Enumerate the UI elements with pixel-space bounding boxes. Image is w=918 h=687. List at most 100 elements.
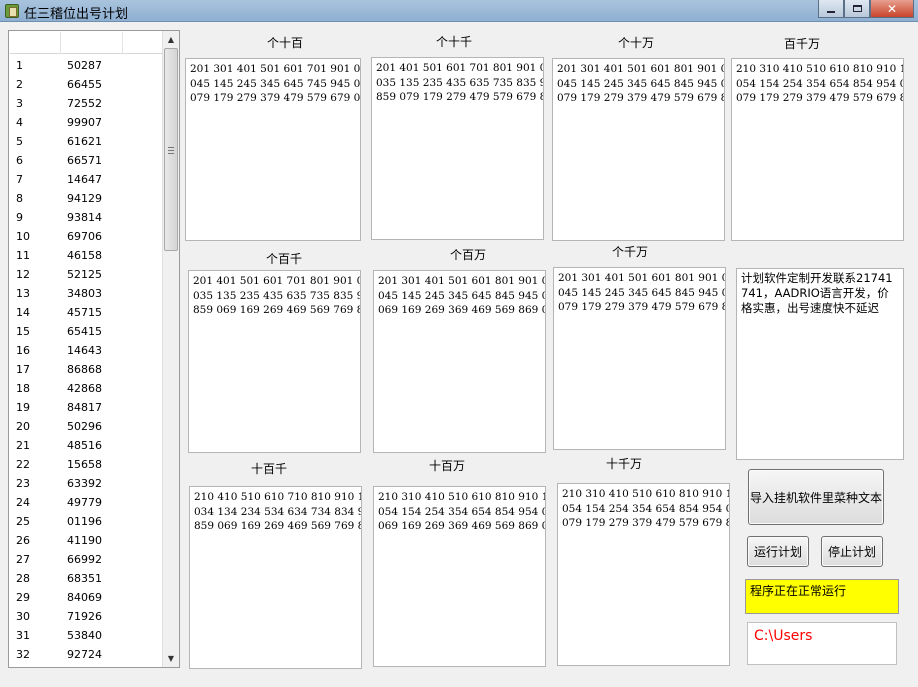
list-item[interactable]: 21 48516 bbox=[10, 436, 162, 455]
scroll-up-arrow-icon[interactable]: ▲ bbox=[163, 31, 179, 48]
list-item-index: 31 bbox=[16, 629, 30, 642]
list-item-number: 93814 bbox=[67, 211, 102, 224]
list-item[interactable]: 27 66992 bbox=[10, 550, 162, 569]
list-item-index: 16 bbox=[16, 344, 30, 357]
list-item[interactable]: 24 49779 bbox=[10, 493, 162, 512]
list-item[interactable]: 11 46158 bbox=[10, 246, 162, 265]
list-item[interactable]: 25 01196 bbox=[10, 512, 162, 531]
plan-textbox-7[interactable]: 210 410 510 610 710 810 910 120 034 134 … bbox=[189, 486, 362, 669]
plan-textbox-9[interactable]: 210 310 410 510 610 810 910 120 054 154 … bbox=[557, 483, 730, 666]
list-item[interactable]: 17 86868 bbox=[10, 360, 162, 379]
group-label-9: 十千万 bbox=[605, 457, 642, 471]
stop-plan-button[interactable]: 停止计划 bbox=[821, 536, 883, 567]
list-item[interactable]: 13 34803 bbox=[10, 284, 162, 303]
list-header-col-index[interactable] bbox=[10, 32, 61, 54]
maximize-button[interactable] bbox=[844, 0, 870, 18]
list-item-index: 23 bbox=[16, 477, 30, 490]
plan-line: 210 310 410 510 610 810 910 120 bbox=[736, 63, 904, 75]
plan-textbox-1[interactable]: 201 401 501 601 701 801 901 021 035 135 … bbox=[371, 57, 544, 240]
list-item[interactable]: 12 52125 bbox=[10, 265, 162, 284]
plan-line: 210 310 410 510 610 810 910 120 bbox=[562, 488, 730, 500]
list-item[interactable]: 5 61621 bbox=[10, 132, 162, 151]
list-item[interactable]: 31 53840 bbox=[10, 626, 162, 645]
group-label-8: 十百万 bbox=[428, 459, 465, 473]
list-item-number: 63392 bbox=[67, 477, 102, 490]
list-item-index: 26 bbox=[16, 534, 30, 547]
list-item[interactable]: 14 45715 bbox=[10, 303, 162, 322]
run-plan-button[interactable]: 运行计划 bbox=[747, 536, 809, 567]
list-item[interactable]: 26 41190 bbox=[10, 531, 162, 550]
list-header-col-number[interactable] bbox=[61, 32, 123, 54]
list-item[interactable]: 2 66455 bbox=[10, 75, 162, 94]
list-item[interactable]: 3 72552 bbox=[10, 94, 162, 113]
list-item[interactable]: 9 93814 bbox=[10, 208, 162, 227]
plan-line: 079 179 279 379 479 579 679 089 bbox=[190, 92, 361, 104]
list-item-number: 92724 bbox=[67, 648, 102, 661]
contact-message-box[interactable]: 计划软件定制开发联系21741741，AADRIO语言开发，价格实惠，出号速度快… bbox=[736, 268, 904, 460]
plan-line: 201 401 501 601 701 801 901 021 bbox=[193, 275, 361, 287]
list-item[interactable]: 8 94129 bbox=[10, 189, 162, 208]
list-item-index: 30 bbox=[16, 610, 30, 623]
list-item[interactable]: 23 63392 bbox=[10, 474, 162, 493]
list-item-number: 53840 bbox=[67, 629, 102, 642]
list-item-number: 68351 bbox=[67, 572, 102, 585]
status-box: 程序正在正常运行 bbox=[745, 579, 899, 614]
list-item-number: 34803 bbox=[67, 287, 102, 300]
list-item-number: 86868 bbox=[67, 363, 102, 376]
list-item-number: 42868 bbox=[67, 382, 102, 395]
list-item-index: 9 bbox=[16, 211, 23, 224]
plan-textbox-2[interactable]: 201 301 401 501 601 801 901 021 045 145 … bbox=[552, 58, 725, 241]
list-item-number: 14643 bbox=[67, 344, 102, 357]
list-item-index: 20 bbox=[16, 420, 30, 433]
list-item[interactable]: 4 99907 bbox=[10, 113, 162, 132]
list-item-index: 14 bbox=[16, 306, 30, 319]
list-item[interactable]: 1 50287 bbox=[10, 56, 162, 75]
plan-line: 054 154 254 354 654 854 954 064 bbox=[736, 77, 904, 90]
list-header-col-extra[interactable] bbox=[123, 32, 162, 54]
list-item[interactable]: 16 14643 bbox=[10, 341, 162, 360]
list-item[interactable]: 6 66571 bbox=[10, 151, 162, 170]
title-bar[interactable]: 任三稽位出号计划 ✕ bbox=[0, 0, 918, 22]
close-icon: ✕ bbox=[886, 1, 898, 16]
list-item-index: 22 bbox=[16, 458, 30, 471]
plan-textbox-6[interactable]: 201 301 401 501 601 801 901 021 045 145 … bbox=[553, 267, 726, 450]
list-item[interactable]: 30 71926 bbox=[10, 607, 162, 626]
list-item[interactable]: 29 84069 bbox=[10, 588, 162, 607]
plan-line: 210 410 510 610 710 810 910 120 bbox=[194, 491, 362, 503]
list-item-number: 65415 bbox=[67, 325, 102, 338]
scroll-thumb[interactable] bbox=[164, 48, 178, 251]
import-text-button[interactable]: 导入挂机软件里菜种文本 bbox=[748, 469, 884, 525]
list-item[interactable]: 20 50296 bbox=[10, 417, 162, 436]
list-item[interactable]: 32 92724 bbox=[10, 645, 162, 664]
scroll-down-arrow-icon[interactable]: ▼ bbox=[163, 650, 179, 667]
list-item-index: 2 bbox=[16, 78, 23, 91]
minimize-button[interactable] bbox=[818, 0, 844, 18]
close-button[interactable]: ✕ bbox=[870, 0, 914, 18]
plan-line: 069 169 269 369 469 569 869 079 bbox=[378, 520, 546, 532]
list-item[interactable]: 10 69706 bbox=[10, 227, 162, 246]
list-item[interactable]: 7 14647 bbox=[10, 170, 162, 189]
plan-textbox-4[interactable]: 201 401 501 601 701 801 901 021 035 135 … bbox=[188, 270, 361, 453]
plan-textbox-0[interactable]: 201 301 401 501 601 701 901 021 045 145 … bbox=[185, 58, 361, 241]
plan-textbox-3[interactable]: 210 310 410 510 610 810 910 120 054 154 … bbox=[731, 58, 904, 241]
plan-textbox-5[interactable]: 201 301 401 501 601 801 901 021 045 145 … bbox=[373, 270, 546, 453]
list-item-index: 13 bbox=[16, 287, 30, 300]
draw-history-list[interactable]: 1 50287 2 66455 3 72552 4 99907 5 61621 6 66571 7 146… bbox=[8, 30, 180, 668]
list-item[interactable]: 28 68351 bbox=[10, 569, 162, 588]
plan-line: 210 310 410 510 610 810 910 120 bbox=[378, 491, 546, 503]
list-header bbox=[10, 32, 162, 54]
plan-line: 079 179 279 379 479 579 679 879 bbox=[736, 92, 904, 104]
list-item[interactable]: 15 65415 bbox=[10, 322, 162, 341]
plan-textbox-8[interactable]: 210 310 410 510 610 810 910 120 054 154 … bbox=[373, 486, 546, 667]
list-item-number: 50287 bbox=[67, 59, 102, 72]
list-item[interactable]: 18 42868 bbox=[10, 379, 162, 398]
path-field[interactable]: C:\Users bbox=[747, 622, 897, 665]
list-item-index: 24 bbox=[16, 496, 30, 509]
list-item[interactable]: 19 84817 bbox=[10, 398, 162, 417]
list-item-index: 32 bbox=[16, 648, 30, 661]
list-item[interactable]: 22 15658 bbox=[10, 455, 162, 474]
list-item-index: 17 bbox=[16, 363, 30, 376]
group-label-7: 十百千 bbox=[250, 462, 287, 476]
plan-line: 035 135 235 435 635 735 835 935 bbox=[376, 76, 544, 89]
list-scrollbar[interactable]: ▲ ▼ bbox=[162, 31, 179, 667]
